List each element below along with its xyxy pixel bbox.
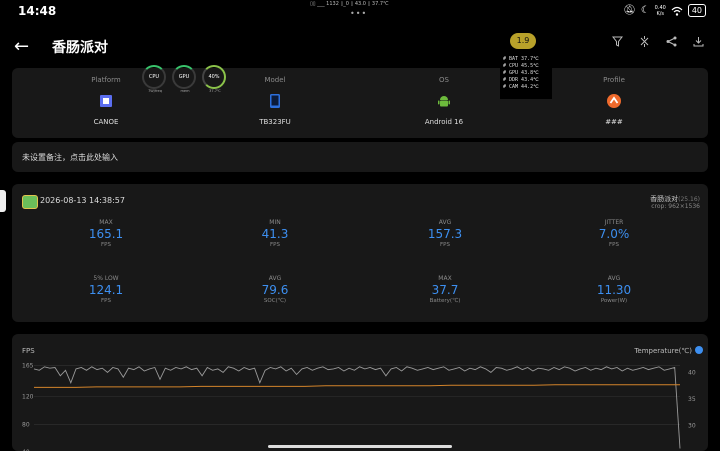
home-indicator[interactable] <box>268 445 452 448</box>
wifi-icon <box>671 6 683 16</box>
download-icon[interactable] <box>693 36 704 47</box>
net-speed: 0.40 K/s <box>654 4 666 17</box>
overlay-line: # CAM 44.2℃ <box>503 84 539 90</box>
chip-icon <box>100 95 112 107</box>
clock: 14:48 <box>18 4 57 18</box>
stat-jitter: JITTER 7.0% FPS <box>598 219 630 248</box>
page-title: 香肠派对 <box>52 40 108 56</box>
note-placeholder: 未设置备注，点击此处输入 <box>22 153 118 162</box>
battery-icon: 40 <box>687 4 706 17</box>
moon-icon: ☾ <box>640 5 650 16</box>
game-icon <box>22 195 38 209</box>
system-icons: 🔕︎ ☾ 0.40 K/s 40 <box>623 4 706 17</box>
battery-ring: 40% 37.7℃ <box>202 65 226 93</box>
y2-tick-label: 30 <box>688 423 696 430</box>
stat-min-fps: MIN 41.3 FPS <box>261 219 289 248</box>
android-icon <box>438 96 450 107</box>
os-label: OS <box>439 76 449 84</box>
overlay-line: # GPU 43.8℃ <box>503 70 539 76</box>
cpu-ring: CPU 7W/freq <box>142 65 166 93</box>
gpu-ring: GPU mem <box>172 65 196 93</box>
device-info-card: Platform CANOE Model TB323FU OS Android … <box>12 68 708 138</box>
y2-tick-label: 35 <box>688 396 696 403</box>
y-tick-label: 80 <box>22 421 30 428</box>
overlay-line: # CPU 45.5℃ <box>503 63 539 69</box>
monitor-rings: CPU 7W/freq GPU mem 40% 37.7℃ <box>142 65 226 93</box>
series-line-0 <box>33 366 681 449</box>
profile-value: ### <box>605 118 623 126</box>
overlay-line: # BAT 37.7℃ <box>503 56 539 62</box>
status-overlay-text: ▯▯ ___ 1132 ▯_0 ▯ 43.0 ▯ 37.7℃ <box>310 1 389 7</box>
stat-avg-fps: AVG 157.3 FPS <box>427 219 463 248</box>
profile-icon <box>607 94 621 108</box>
note-field[interactable]: 未设置备注，点击此处输入 <box>12 142 708 172</box>
more-dots-icon[interactable]: ••• <box>350 9 367 18</box>
model-label: Model <box>264 76 286 84</box>
share-icon[interactable] <box>666 36 677 47</box>
tablet-icon <box>270 94 280 108</box>
stat-max-fps: MAX 165.1 FPS <box>88 219 124 248</box>
model-value: TB323FU <box>259 118 291 126</box>
series-line-1 <box>34 384 680 388</box>
y-tick-label: 120 <box>22 394 34 401</box>
filter-icon[interactable] <box>612 36 623 47</box>
toolbar-actions <box>612 36 704 47</box>
profile-info: Profile ### <box>554 76 674 126</box>
mute-bell-icon: 🔕︎ <box>623 5 636 16</box>
stat-avg-soc: AVG 79.6 SOC(℃) <box>261 275 289 304</box>
temperature-overlay: # BAT 37.7℃ # CPU 45.5℃ # GPU 43.8℃ # DD… <box>500 55 552 99</box>
version-badge[interactable]: 1.9 <box>510 33 536 49</box>
session-date: 2026-08-13 14:38:57 <box>40 196 125 205</box>
model-info: Model TB323FU <box>215 76 335 126</box>
y-tick-label: 165 <box>22 362 34 369</box>
os-value: Android 16 <box>424 118 464 126</box>
stat-5low-fps: 5% LOW 124.1 FPS <box>88 275 124 304</box>
back-arrow-icon[interactable]: ← <box>14 36 29 57</box>
session-crop: crop: 962×1536 <box>651 203 700 210</box>
overlay-line: # DDR 43.4℃ <box>503 77 539 83</box>
stat-max-battery: MAX 37.7 Battery(℃) <box>429 275 461 304</box>
session-card: 2026-08-13 14:38:57 香肠派对(25.16) crop: 96… <box>12 184 708 322</box>
y2-tick-label: 40 <box>688 370 696 377</box>
status-bar: 14:48 ▯▯ ___ 1132 ▯_0 ▯ 43.0 ▯ 37.7℃ •••… <box>0 0 720 22</box>
platform-value: CANOE <box>93 118 119 126</box>
os-info: OS Android 16 <box>384 76 504 126</box>
stat-avg-power: AVG 11.30 Power(W) <box>596 275 632 304</box>
profile-label: Profile <box>603 76 625 84</box>
crosshair-off-icon[interactable] <box>639 36 650 47</box>
side-handle[interactable] <box>0 190 6 212</box>
fps-chart-card: FPS Temperature(℃) 1651208040403530 <box>12 334 708 451</box>
fps-chart: 1651208040403530 <box>22 362 696 451</box>
